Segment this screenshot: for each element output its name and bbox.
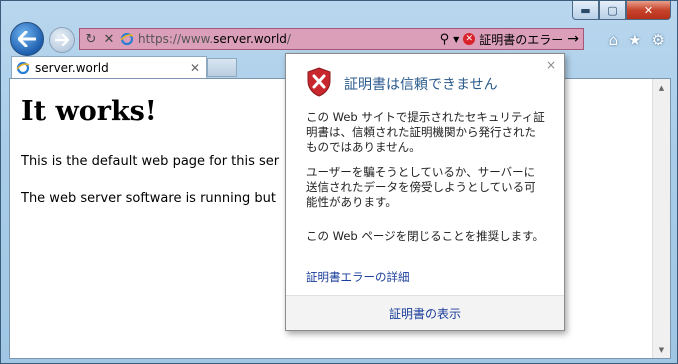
arrow-left-icon bbox=[18, 31, 36, 47]
close-popup-icon[interactable]: × bbox=[546, 58, 556, 72]
browser-window: ▬ ▢ ✕ ↻ ✕ https://www.server.world/ ⚲ ▼ … bbox=[0, 0, 678, 364]
back-button[interactable] bbox=[10, 22, 44, 56]
gear-icon[interactable]: ⚙ bbox=[652, 31, 665, 49]
stop-icon[interactable]: ✕ bbox=[102, 32, 116, 47]
go-icon[interactable]: → bbox=[567, 31, 579, 47]
tab-server-world[interactable]: server.world ✕ bbox=[11, 56, 207, 78]
toolbar-icons: ⌂ ★ ⚙ bbox=[609, 31, 665, 49]
url-text[interactable]: https://www.server.world/ bbox=[138, 32, 291, 46]
ie-icon bbox=[16, 61, 30, 74]
certificate-error-details-link[interactable]: 証明書エラーの詳細 bbox=[306, 269, 410, 285]
scroll-up-icon[interactable]: ▲ bbox=[653, 79, 670, 96]
view-certificate-link[interactable]: 証明書の表示 bbox=[389, 305, 461, 322]
forward-button[interactable] bbox=[49, 27, 75, 53]
refresh-icon[interactable]: ↻ bbox=[84, 32, 98, 47]
vertical-scrollbar[interactable]: ▲ ▼ bbox=[652, 79, 670, 358]
page-heading: It works! bbox=[21, 96, 157, 127]
popup-text-3: この Web ページを閉じることを推奨します。 bbox=[306, 229, 545, 243]
minimize-button[interactable]: ▬ bbox=[572, 1, 599, 20]
dropdown-icon[interactable]: ▼ bbox=[453, 35, 459, 44]
popup-text-2: ユーザーを騙そうとしているか、サーバーに送信されたデータを傍受しようとしている可… bbox=[306, 165, 536, 209]
maximize-button[interactable]: ▢ bbox=[599, 1, 626, 20]
search-icon[interactable]: ⚲ bbox=[440, 32, 450, 47]
favorites-icon[interactable]: ★ bbox=[628, 31, 641, 49]
url-prefix: https://www. bbox=[138, 32, 214, 46]
popup-title: 証明書は信頼できません bbox=[344, 77, 498, 93]
certificate-error-popup: × 証明書は信頼できません この Web サイトで提示されたセキュリティ証明書は… bbox=[285, 53, 565, 331]
window-controls: ▬ ▢ ✕ bbox=[572, 1, 671, 21]
page-paragraph-2: The web server software is running but bbox=[21, 191, 276, 206]
cert-error-icon[interactable]: ✕ bbox=[463, 33, 476, 45]
popup-text-1: この Web サイトで提示されたセキュリティ証明書は、信頼された証明機関から発行… bbox=[306, 110, 545, 154]
address-bar[interactable]: ↻ ✕ https://www.server.world/ ⚲ ▼ ✕ 証明書の… bbox=[79, 28, 584, 50]
scroll-down-icon[interactable]: ▼ bbox=[653, 341, 670, 358]
new-tab-button[interactable] bbox=[207, 58, 237, 77]
close-tab-icon[interactable]: ✕ bbox=[190, 61, 200, 75]
page-paragraph-1: This is the default web page for this se… bbox=[21, 154, 280, 169]
popup-footer: 証明書の表示 bbox=[286, 295, 564, 330]
shield-error-icon bbox=[307, 67, 331, 97]
certificate-error-button[interactable]: 証明書のエラー bbox=[479, 31, 563, 48]
close-window-button[interactable]: ✕ bbox=[626, 1, 671, 20]
home-icon[interactable]: ⌂ bbox=[609, 31, 619, 49]
url-suffix: / bbox=[286, 32, 291, 46]
url-host: server.world bbox=[213, 32, 287, 46]
address-bar-right: ⚲ ▼ ✕ 証明書のエラー → bbox=[440, 31, 583, 48]
ie-icon bbox=[120, 32, 134, 46]
tab-label: server.world bbox=[35, 60, 109, 75]
arrow-right-icon bbox=[55, 34, 69, 46]
